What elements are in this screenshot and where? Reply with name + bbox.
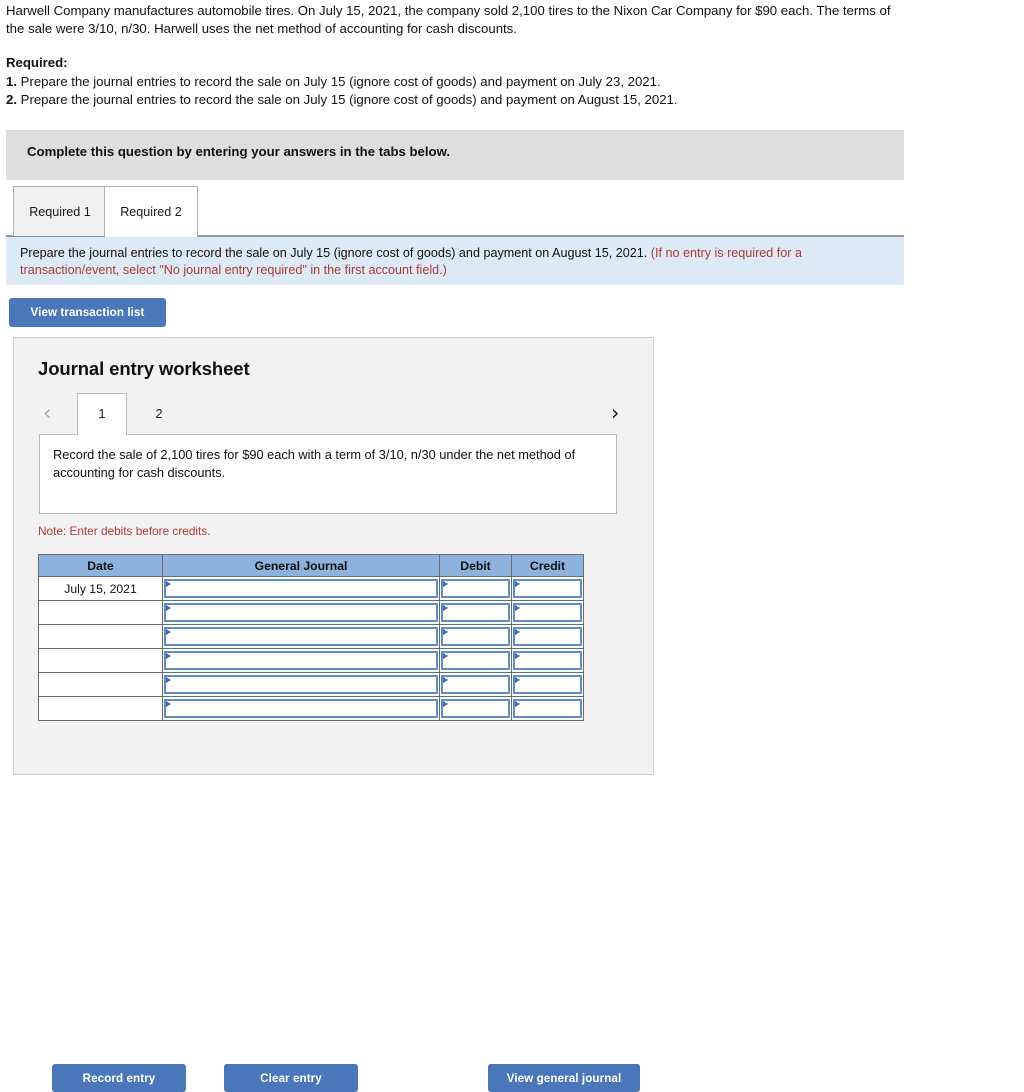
debit-input[interactable] [441, 675, 510, 694]
tab-required-2-label: Required 2 [120, 204, 182, 219]
table-header-row: Date General Journal Debit Credit [38, 554, 584, 577]
requirement-1: 1. Prepare the journal entries to record… [6, 73, 906, 91]
general-journal-input[interactable] [164, 627, 438, 646]
requirement-tabs: Required 1 Required 2 [6, 186, 904, 237]
requirement-2-number: 2. [6, 92, 17, 107]
chevron-right-icon[interactable]: › [611, 401, 619, 425]
credit-cell[interactable] [511, 624, 584, 649]
debit-cell[interactable] [439, 648, 512, 673]
instruction-text: Prepare the journal entries to record th… [20, 245, 896, 279]
general-journal-input[interactable] [164, 651, 438, 670]
journal-entry-table: Date General Journal Debit Credit July 1… [38, 554, 584, 721]
instruction-black-text: Prepare the journal entries to record th… [20, 246, 651, 260]
debits-before-credits-note: Note: Enter debits before credits. [38, 524, 211, 538]
debit-input[interactable] [441, 627, 510, 646]
worksheet-title: Journal entry worksheet [38, 358, 250, 379]
credit-cell[interactable] [511, 672, 584, 697]
general-journal-cell[interactable] [162, 576, 440, 601]
date-cell[interactable] [38, 696, 163, 721]
tab-required-1-label: Required 1 [29, 204, 91, 219]
journal-entry-worksheet-panel: Journal entry worksheet ‹ 1 2 › Record t… [13, 337, 655, 1092]
credit-cell[interactable] [511, 696, 584, 721]
credit-input[interactable] [513, 579, 582, 598]
date-cell[interactable] [38, 624, 163, 649]
table-row [38, 696, 584, 721]
table-row: July 15, 2021 [38, 576, 584, 601]
requirement-1-text: Prepare the journal entries to record th… [17, 73, 661, 89]
general-journal-cell[interactable] [162, 696, 440, 721]
worksheet-page-1[interactable]: 1 [77, 393, 127, 436]
required-heading: Required: [6, 55, 68, 70]
worksheet-page-2[interactable]: 2 [134, 393, 184, 434]
column-header-credit: Credit [511, 554, 584, 577]
credit-input[interactable] [513, 603, 582, 622]
transaction-description-box: Record the sale of 2,100 tires for $90 e… [39, 434, 617, 514]
column-header-general-journal: General Journal [162, 554, 440, 577]
date-cell[interactable] [38, 648, 163, 673]
general-journal-cell[interactable] [162, 600, 440, 625]
requirement-2-text: Prepare the journal entries to record th… [17, 92, 678, 107]
table-row [38, 672, 584, 697]
clear-entry-button[interactable]: Clear entry [224, 1064, 358, 1092]
credit-input[interactable] [513, 675, 582, 694]
transaction-description-text: Record the sale of 2,100 tires for $90 e… [53, 447, 576, 480]
table-row [38, 600, 584, 625]
credit-input[interactable] [513, 651, 582, 670]
date-cell[interactable] [38, 600, 163, 625]
credit-cell[interactable] [511, 576, 584, 601]
debit-input[interactable] [441, 651, 510, 670]
debit-cell[interactable] [439, 576, 512, 601]
view-transaction-list-button[interactable]: View transaction list [9, 298, 166, 327]
view-general-journal-button[interactable]: View general journal [488, 1064, 640, 1092]
general-journal-input[interactable] [164, 699, 438, 718]
date-cell[interactable]: July 15, 2021 [38, 576, 163, 601]
general-journal-cell[interactable] [162, 624, 440, 649]
credit-cell[interactable] [511, 648, 584, 673]
debit-input[interactable] [441, 579, 510, 598]
debit-input[interactable] [441, 699, 510, 718]
general-journal-cell[interactable] [162, 672, 440, 697]
debit-cell[interactable] [439, 672, 512, 697]
credit-input[interactable] [513, 699, 582, 718]
debit-cell[interactable] [439, 624, 512, 649]
credit-input[interactable] [513, 627, 582, 646]
requirement-1-number: 1. [6, 73, 17, 89]
tab-required-2[interactable]: Required 2 [104, 186, 198, 237]
problem-paragraph: Harwell Company manufactures automobile … [6, 3, 891, 36]
problem-statement: Harwell Company manufactures automobile … [6, 2, 906, 109]
general-journal-input[interactable] [164, 579, 438, 598]
general-journal-input[interactable] [164, 603, 438, 622]
instruction-band: Prepare the journal entries to record th… [6, 236, 904, 285]
tab-required-1[interactable]: Required 1 [13, 186, 107, 236]
requirement-2: 2. Prepare the journal entries to record… [6, 91, 906, 109]
debit-cell[interactable] [439, 696, 512, 721]
chevron-left-icon[interactable]: ‹ [43, 401, 51, 425]
debit-input[interactable] [441, 603, 510, 622]
table-row [38, 624, 584, 649]
table-row [38, 648, 584, 673]
worksheet-page-2-label: 2 [155, 406, 163, 421]
worksheet-page-1-label: 1 [98, 407, 106, 421]
complete-question-banner: Complete this question by entering your … [6, 130, 904, 180]
debit-cell[interactable] [439, 600, 512, 625]
complete-question-banner-text: Complete this question by entering your … [27, 144, 451, 159]
column-header-debit: Debit [439, 554, 512, 577]
general-journal-cell[interactable] [162, 648, 440, 673]
general-journal-input[interactable] [164, 675, 438, 694]
column-header-date: Date [38, 554, 163, 577]
record-entry-button[interactable]: Record entry [52, 1064, 186, 1092]
date-cell[interactable] [38, 672, 163, 697]
worksheet-pager: ‹ 1 2 › [14, 393, 655, 436]
credit-cell[interactable] [511, 600, 584, 625]
